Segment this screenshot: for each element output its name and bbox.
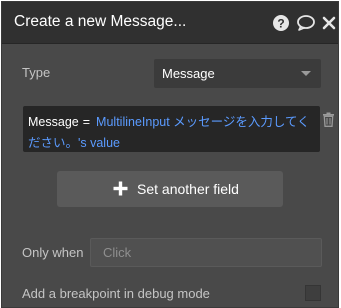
only-when-input[interactable] bbox=[90, 238, 322, 267]
type-label: Type bbox=[22, 65, 51, 80]
field-value-line1[interactable]: MultilineInput メッセージを入力してく bbox=[96, 115, 310, 129]
chevron-down-icon bbox=[301, 71, 311, 76]
action-editor-panel: Create a new Message... ? Type Message M… bbox=[1, 1, 339, 308]
breakpoint-label: Add a breakpoint in debug mode bbox=[22, 286, 210, 301]
field-expression[interactable]: Message = MultilineInput メッセージを入力してく ださい。'… bbox=[23, 106, 320, 152]
field-operator: = bbox=[82, 115, 91, 129]
type-select-value: Message bbox=[162, 66, 215, 81]
field-key: Message bbox=[28, 115, 79, 129]
field-value-line2[interactable]: ださい。's value bbox=[28, 136, 120, 150]
help-icon[interactable]: ? bbox=[272, 14, 290, 32]
set-another-field-label: Set another field bbox=[137, 181, 239, 197]
panel-title: Create a new Message... bbox=[14, 13, 187, 30]
set-another-field-button[interactable]: Set another field bbox=[57, 171, 283, 207]
panel-header: Create a new Message... ? bbox=[2, 2, 338, 44]
close-icon[interactable] bbox=[322, 14, 336, 32]
breakpoint-checkbox[interactable] bbox=[305, 285, 321, 301]
trash-icon[interactable] bbox=[322, 112, 335, 127]
type-select[interactable]: Message bbox=[154, 59, 321, 88]
plus-icon bbox=[113, 181, 128, 196]
field-expression-text: Message = MultilineInput メッセージを入力してく ださい。'… bbox=[28, 112, 318, 154]
svg-text:?: ? bbox=[277, 17, 284, 31]
only-when-label: Only when bbox=[22, 245, 84, 260]
comment-icon[interactable] bbox=[296, 14, 316, 32]
